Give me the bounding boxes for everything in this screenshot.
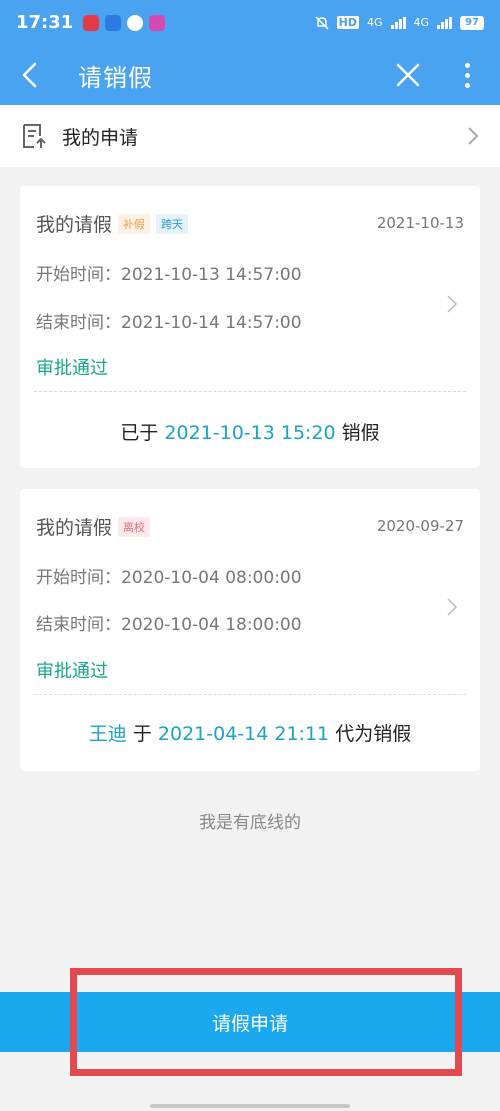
cancel-suffix: 代为销假 [335,723,412,745]
more-dot [464,62,470,68]
cancel-leave-info: 已于 2021-10-13 15:20 销假 [20,418,480,445]
cancel-leave-info: 王迪 于 2021-04-14 21:11 代为销假 [20,719,480,746]
more-dot [464,82,470,88]
card-date: 2021-10-13 [376,214,464,232]
card-date: 2020-09-27 [376,517,464,535]
chevron-right-icon [468,127,479,145]
app-notification-icon [83,14,100,31]
status-app-icons [83,14,166,31]
tag-multi-day: 跨天 [156,213,189,234]
more-dot [464,72,470,78]
cancel-prefix: 已于 [120,422,159,444]
my-application-row[interactable]: 我的申请 [0,105,500,167]
end-time-row: 结束时间：2020-10-04 18:00:00 [36,610,302,635]
app-header: 请销假 [0,45,500,105]
document-upload-icon [23,124,46,148]
card-divider [34,391,466,392]
chevron-right-icon [447,295,458,313]
network-indicator-2: 4G [413,16,430,29]
start-time-value: 2021-10-13 14:57:00 [121,265,302,285]
card-title-row: 我的请假 离校 [36,513,151,540]
network-indicator-1: 4G [367,16,383,29]
my-application-label: 我的申请 [62,126,139,149]
card-title-row: 我的请假 补假 跨天 [36,210,189,237]
signal-icon [390,16,406,29]
start-time-value: 2020-10-04 08:00:00 [121,568,302,588]
leave-record-card[interactable]: 我的请假 补假 跨天 2021-10-13 开始时间：2021-10-13 14… [20,186,480,468]
end-time-label: 结束时间： [36,313,121,333]
leave-record-card[interactable]: 我的请假 离校 2020-09-27 开始时间：2020-10-04 08:00… [20,489,480,771]
chevron-right-icon [447,598,458,616]
more-menu-button[interactable] [452,55,482,95]
status-time: 17:31 [16,12,74,33]
chat-bubble-icon [127,14,144,31]
approval-status: 审批通过 [36,661,108,682]
start-time-label: 开始时间： [36,568,121,588]
apply-leave-button[interactable]: 请假申请 [0,992,500,1052]
apply-bar: 请假申请 [0,992,500,1052]
hd-indicator: HD [336,16,360,29]
mute-icon [315,15,329,30]
app-notification-icon [105,14,122,31]
start-time-label: 开始时间： [36,265,121,285]
tag-makeup-leave: 补假 [118,213,151,234]
end-time-row: 结束时间：2021-10-14 14:57:00 [36,308,302,333]
back-button[interactable] [0,45,60,105]
cancel-prefix: 于 [132,723,152,745]
home-indicator[interactable] [150,1104,350,1108]
end-time-value: 2021-10-14 14:57:00 [121,313,302,333]
card-title: 我的请假 [36,214,113,236]
cancel-time: 2021-10-13 15:20 [164,422,336,444]
end-of-list-text: 我是有底线的 [199,813,301,833]
card-title: 我的请假 [36,517,113,539]
battery-icon: 97 [460,15,484,30]
page-title: 请销假 [78,63,153,92]
cancel-suffix: 销假 [341,422,380,444]
app-notification-icon [149,14,166,31]
proxy-name: 王迪 [88,723,127,745]
card-divider [34,694,466,695]
status-bar: 17:31 HD 4G 4G 97 [0,0,500,45]
chevron-left-icon [22,62,37,88]
start-time-row: 开始时间：2020-10-04 08:00:00 [36,563,302,588]
cancel-time: 2021-04-14 21:11 [157,723,330,745]
approval-status: 审批通过 [36,358,108,379]
tag-leave-school: 离校 [118,516,151,537]
end-time-label: 结束时间： [36,615,121,635]
end-time-value: 2020-10-04 18:00:00 [121,615,302,635]
signal-icon [437,16,453,29]
start-time-row: 开始时间：2021-10-13 14:57:00 [36,260,302,285]
close-button[interactable] [388,55,428,95]
close-icon [396,63,420,87]
